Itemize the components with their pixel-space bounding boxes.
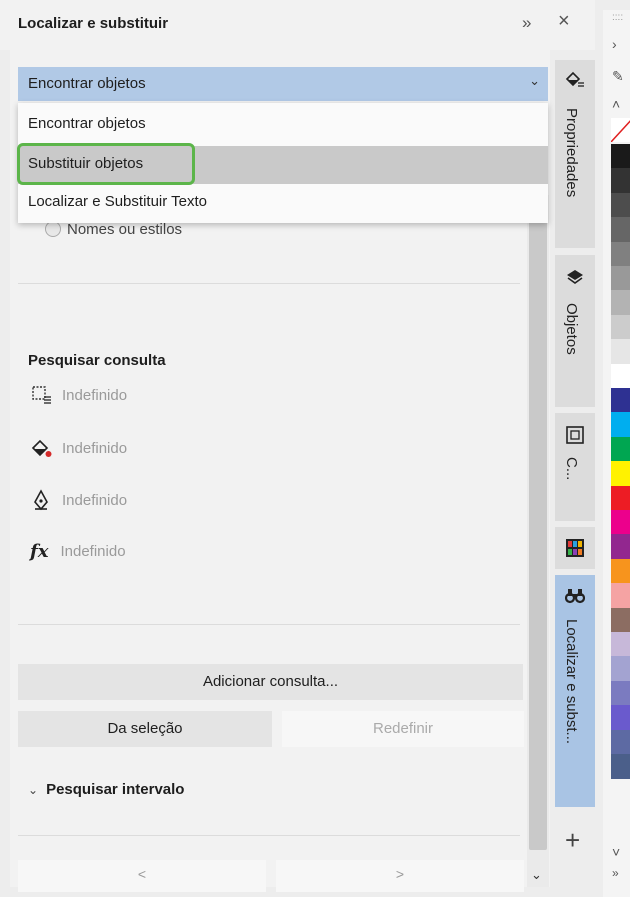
color-swatch[interactable] bbox=[611, 266, 630, 291]
search-range-section[interactable]: ⌄ Pesquisar intervalo bbox=[28, 781, 184, 798]
properties-icon bbox=[565, 71, 584, 87]
palette-grid-icon bbox=[566, 539, 584, 557]
dock-tabs: Propriedades Objetos C... Localizar e su… bbox=[553, 50, 598, 897]
query-row-outline[interactable]: Indefinido bbox=[30, 489, 127, 511]
object-type-icon bbox=[32, 386, 51, 404]
radio-names-styles[interactable]: Nomes ou estilos bbox=[45, 221, 182, 238]
color-swatch[interactable] bbox=[611, 144, 630, 169]
color-palette: :::: › ✎ ˄ ˅ » bbox=[603, 10, 630, 897]
color-swatch[interactable] bbox=[611, 729, 630, 755]
chevron-down-icon: ⌄ bbox=[28, 783, 39, 797]
no-color-swatch[interactable] bbox=[610, 118, 630, 143]
from-selection-button[interactable]: Da seleção bbox=[18, 711, 272, 747]
radio-label: Nomes ou estilos bbox=[67, 221, 183, 238]
color-swatch[interactable] bbox=[611, 754, 630, 779]
next-button[interactable]: > bbox=[276, 860, 524, 892]
color-swatch[interactable] bbox=[611, 290, 630, 316]
divider bbox=[18, 624, 520, 625]
scroll-down-icon[interactable]: ⌄ bbox=[531, 867, 542, 883]
add-docker-button[interactable]: + bbox=[565, 825, 580, 856]
color-swatch[interactable] bbox=[611, 217, 630, 243]
expand-palette-icon[interactable]: » bbox=[612, 866, 619, 880]
query-value: Indefinido bbox=[60, 543, 126, 560]
pen-outline-icon bbox=[34, 489, 48, 511]
chevron-right-icon[interactable]: › bbox=[612, 36, 617, 52]
fx-icon: fx bbox=[30, 541, 49, 562]
color-swatch[interactable] bbox=[611, 461, 630, 487]
chevron-up-icon[interactable]: ˄ bbox=[612, 96, 620, 112]
color-swatch[interactable] bbox=[611, 436, 630, 462]
prev-button[interactable]: < bbox=[18, 860, 266, 892]
panel-header: Localizar e substituir » × bbox=[0, 0, 595, 50]
option-find-objects[interactable]: Encontrar objetos bbox=[18, 106, 548, 144]
tab-label: Propriedades bbox=[563, 108, 580, 198]
color-swatch[interactable] bbox=[611, 485, 630, 511]
panel-title: Localizar e substituir bbox=[18, 15, 169, 32]
tab-label: Objetos bbox=[563, 303, 580, 355]
color-swatch[interactable] bbox=[611, 534, 630, 560]
option-replace-objects[interactable]: Substituir objetos bbox=[18, 146, 548, 184]
color-swatch[interactable] bbox=[611, 412, 630, 438]
query-row-fill[interactable]: Indefinido bbox=[30, 437, 127, 459]
color-swatch[interactable] bbox=[611, 656, 630, 682]
tab-find-replace[interactable]: Localizar e subst... bbox=[555, 575, 595, 807]
color-swatch[interactable] bbox=[611, 241, 630, 267]
grip-icon[interactable]: :::: bbox=[612, 12, 623, 23]
chevron-down-icon[interactable]: ˅ bbox=[612, 844, 620, 860]
close-panel-button[interactable]: × bbox=[558, 10, 570, 33]
color-swatch[interactable] bbox=[611, 168, 630, 194]
query-row-object-type[interactable]: Indefinido bbox=[30, 384, 127, 406]
dropdown-value: Encontrar objetos bbox=[28, 75, 146, 92]
dropdown-list: Encontrar objetos Substituir objetos Loc… bbox=[18, 103, 548, 223]
color-swatch[interactable] bbox=[611, 314, 630, 340]
tab-c[interactable]: C... bbox=[555, 413, 595, 521]
option-find-replace-text[interactable]: Localizar e Substituir Texto bbox=[18, 184, 548, 222]
color-swatch[interactable] bbox=[611, 363, 630, 389]
tab-objects[interactable]: Objetos bbox=[555, 255, 595, 407]
color-swatch[interactable] bbox=[611, 510, 630, 535]
tab-label: Localizar e subst... bbox=[563, 619, 580, 745]
eyedropper-icon[interactable]: ✎ bbox=[612, 68, 624, 85]
color-swatch[interactable] bbox=[611, 192, 630, 218]
query-value: Indefinido bbox=[62, 386, 128, 404]
fill-icon bbox=[31, 439, 52, 457]
query-value: Indefinido bbox=[62, 491, 128, 509]
divider bbox=[18, 283, 520, 284]
binoculars-icon bbox=[565, 589, 585, 604]
color-swatch[interactable] bbox=[611, 680, 630, 706]
tab-properties[interactable]: Propriedades bbox=[555, 60, 595, 248]
color-swatch[interactable] bbox=[611, 558, 630, 584]
scrollbar-thumb[interactable] bbox=[529, 220, 547, 850]
add-query-button[interactable]: Adicionar consulta... bbox=[18, 664, 523, 700]
tab-palette-manager[interactable] bbox=[555, 527, 595, 569]
color-swatch[interactable] bbox=[611, 339, 630, 365]
color-swatch[interactable] bbox=[611, 607, 630, 633]
layers-icon bbox=[567, 270, 583, 284]
color-swatch[interactable] bbox=[611, 583, 630, 609]
tab-label: C... bbox=[563, 457, 580, 481]
color-swatch[interactable] bbox=[611, 388, 630, 413]
frame-icon bbox=[566, 426, 584, 444]
search-range-label: Pesquisar intervalo bbox=[46, 781, 185, 798]
color-swatch[interactable] bbox=[611, 632, 630, 657]
color-swatch[interactable] bbox=[611, 705, 630, 731]
reset-button[interactable]: Redefinir bbox=[282, 711, 524, 747]
query-value: Indefinido bbox=[62, 439, 128, 457]
mode-dropdown[interactable]: Encontrar objetos ⌄ bbox=[18, 67, 548, 101]
query-title: Pesquisar consulta bbox=[28, 352, 166, 369]
radio-icon bbox=[45, 221, 61, 237]
divider bbox=[18, 835, 520, 836]
scrollbar[interactable]: ⌄ bbox=[527, 195, 549, 887]
query-row-fx[interactable]: fx Indefinido bbox=[30, 541, 126, 562]
chevron-down-icon: ⌄ bbox=[529, 73, 540, 88]
expand-panel-icon[interactable]: » bbox=[522, 13, 531, 33]
